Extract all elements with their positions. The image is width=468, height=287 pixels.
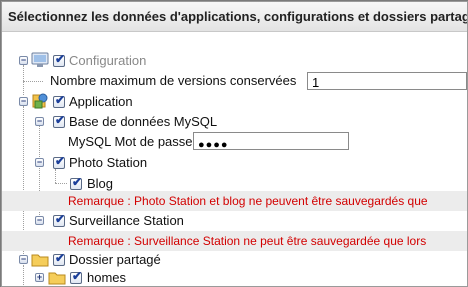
tree-row-max-versions: Nombre maximum de versions conservées 1 bbox=[2, 71, 467, 91]
tree-row-surveillance-remark: Remarque : Surveillance Station ne peut … bbox=[2, 231, 467, 251]
panel-title: Sélectionnez les données d'applications,… bbox=[8, 9, 468, 24]
mysql-password-label: MySQL Mot de passe bbox=[68, 134, 193, 149]
collapse-toggle-mysql[interactable]: − bbox=[35, 117, 44, 126]
collapse-toggle-application[interactable]: − bbox=[19, 97, 28, 106]
tree-row-configuration: − ✔ Configuration bbox=[2, 51, 467, 71]
photo-station-remark: Remarque : Photo Station et blog ne peuv… bbox=[68, 194, 428, 208]
homes-label: homes bbox=[87, 270, 127, 285]
max-versions-label: Nombre maximum de versions conservées bbox=[50, 73, 297, 88]
tree-row-application: − ✔ Application bbox=[2, 92, 467, 112]
tree-row-photo-station: − ✔ Photo Station bbox=[2, 153, 467, 173]
shared-folder-checkbox[interactable]: ✔ bbox=[53, 251, 65, 266]
collapse-toggle-configuration[interactable]: − bbox=[19, 56, 28, 65]
configuration-label: Configuration bbox=[69, 53, 147, 68]
surveillance-station-checkbox[interactable]: ✔ bbox=[53, 212, 65, 227]
application-label: Application bbox=[69, 94, 133, 109]
tree-row-photo-remark: Remarque : Photo Station et blog ne peuv… bbox=[2, 191, 467, 211]
mysql-label: Base de données MySQL bbox=[69, 114, 218, 129]
tree-row-surveillance-station: − ✔ Surveillance Station bbox=[2, 211, 467, 231]
folder-icon bbox=[31, 254, 49, 267]
collapse-toggle-photo-station[interactable]: − bbox=[35, 158, 44, 167]
tree-row-shared-folder: − ✔ Dossier partagé bbox=[2, 250, 467, 270]
tree-row-mysql: − ✔ Base de données MySQL bbox=[2, 112, 467, 132]
collapse-toggle-shared-folder[interactable]: − bbox=[19, 255, 28, 264]
backup-selection-panel: Sélectionnez les données d'applications,… bbox=[1, 1, 468, 287]
monitor-icon bbox=[31, 52, 49, 67]
shared-folder-label: Dossier partagé bbox=[69, 252, 161, 267]
blog-checkbox[interactable]: ✔ bbox=[70, 175, 82, 190]
panel-header: Sélectionnez les données d'applications,… bbox=[2, 2, 467, 32]
photo-station-checkbox[interactable]: ✔ bbox=[53, 154, 65, 169]
max-versions-input[interactable]: 1 bbox=[307, 72, 467, 90]
surveillance-station-label: Surveillance Station bbox=[69, 213, 184, 228]
tree-row-homes: + ✔ homes bbox=[2, 268, 467, 286]
photo-station-label: Photo Station bbox=[69, 155, 148, 170]
application-icon bbox=[32, 93, 48, 109]
mysql-password-input[interactable]: ●●●● bbox=[193, 132, 349, 150]
surveillance-station-remark: Remarque : Surveillance Station ne peut … bbox=[68, 234, 427, 248]
tree-row-mysql-password: MySQL Mot de passe ●●●● bbox=[2, 132, 467, 152]
expand-toggle-homes[interactable]: + bbox=[35, 273, 44, 282]
homes-checkbox[interactable]: ✔ bbox=[70, 269, 82, 284]
blog-label: Blog bbox=[87, 176, 114, 191]
collapse-toggle-surveillance-station[interactable]: − bbox=[35, 216, 44, 225]
configuration-checkbox[interactable]: ✔ bbox=[53, 52, 65, 67]
mysql-checkbox[interactable]: ✔ bbox=[53, 113, 65, 128]
application-checkbox[interactable]: ✔ bbox=[53, 93, 65, 108]
folder-icon bbox=[48, 272, 66, 285]
